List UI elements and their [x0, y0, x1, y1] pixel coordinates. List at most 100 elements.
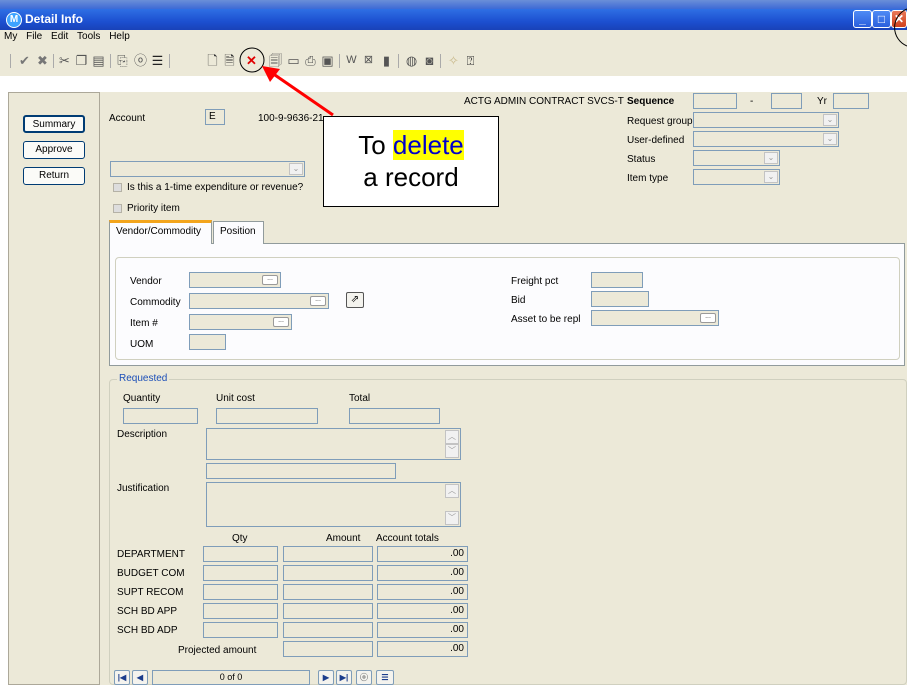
- yr-label: Yr: [817, 96, 827, 107]
- menu-my[interactable]: My: [4, 31, 17, 42]
- callout-arrow: [262, 66, 334, 117]
- list-icon[interactable]: ☰: [376, 670, 394, 685]
- wand-icon[interactable]: ✧: [446, 53, 461, 68]
- summary-button[interactable]: Summary: [23, 115, 85, 133]
- tab-position[interactable]: Position: [213, 221, 264, 244]
- tab-vendor-commodity[interactable]: Vendor/Commodity: [109, 220, 212, 244]
- freight-pct-field[interactable]: [591, 272, 643, 288]
- copy-icon[interactable]: ❐: [74, 53, 89, 68]
- globe-icon[interactable]: ◍: [404, 53, 419, 68]
- vendor-label: Vendor: [130, 276, 162, 287]
- amount-column-header: Amount: [326, 533, 361, 544]
- cut-icon[interactable]: ✂: [57, 53, 72, 68]
- department-total: .00: [377, 546, 468, 562]
- next-record-icon[interactable]: ▶: [318, 670, 334, 685]
- vendor-field[interactable]: ...: [189, 272, 281, 288]
- account-description-select[interactable]: ⌄: [110, 161, 305, 177]
- first-record-icon[interactable]: |◀: [114, 670, 130, 685]
- binoculars-icon[interactable]: ⓞ: [356, 670, 372, 685]
- return-button[interactable]: Return: [23, 167, 85, 185]
- sch-bd-adp-amount[interactable]: [283, 622, 373, 638]
- bid-field[interactable]: [591, 291, 649, 307]
- ellipsis-button[interactable]: ...: [700, 313, 716, 323]
- menu-tools[interactable]: Tools: [77, 31, 100, 42]
- yr-field[interactable]: [833, 93, 869, 109]
- budget-com-amount[interactable]: [283, 565, 373, 581]
- scroll-up-icon[interactable]: ︿: [445, 484, 459, 498]
- qty-column-header: Qty: [232, 533, 248, 544]
- folder-open-icon[interactable]: ⇗: [346, 292, 364, 308]
- account-totals-column-header: Account totals: [376, 533, 439, 544]
- attachment-icon[interactable]: ▮: [379, 53, 394, 68]
- supt-recom-qty[interactable]: [203, 584, 278, 600]
- cancel-icon[interactable]: ✖: [35, 53, 50, 68]
- total-field[interactable]: [349, 408, 440, 424]
- department-amount[interactable]: [283, 546, 373, 562]
- projected-amount-field[interactable]: [283, 641, 373, 657]
- list-icon[interactable]: ☰: [150, 53, 165, 68]
- uom-field[interactable]: [189, 334, 226, 350]
- requested-legend: Requested: [117, 373, 170, 384]
- find-replace-icon[interactable]: ⎘: [115, 53, 130, 68]
- commodity-field[interactable]: ...: [189, 293, 329, 309]
- budget-com-qty[interactable]: [203, 565, 278, 581]
- account-type-field[interactable]: E: [205, 109, 225, 125]
- justification-textarea[interactable]: ︿ ﹀: [206, 482, 461, 527]
- ellipsis-button[interactable]: ...: [262, 275, 278, 285]
- menu-help[interactable]: Help: [109, 31, 130, 42]
- title-bar[interactable]: M Detail Info _ □ ✕: [0, 9, 907, 30]
- previous-record-icon[interactable]: ◀: [132, 670, 148, 685]
- user-defined-select[interactable]: ⌄: [693, 131, 839, 147]
- callout-line2: a record: [363, 162, 459, 192]
- sequence-suffix-field[interactable]: [771, 93, 802, 109]
- item-number-field[interactable]: ...: [189, 314, 292, 330]
- description-label: Description: [117, 429, 168, 440]
- scroll-down-icon[interactable]: ﹀: [445, 444, 459, 458]
- menu-bar: My File Edit Tools Help: [0, 30, 907, 46]
- sch-bd-adp-label: SCH BD ADP: [117, 625, 178, 636]
- ellipsis-button[interactable]: ...: [310, 296, 326, 306]
- one-time-checkbox[interactable]: [113, 183, 122, 192]
- menu-file[interactable]: File: [26, 31, 42, 42]
- paste-icon[interactable]: ▤: [91, 53, 106, 68]
- edit-record-icon[interactable]: 🗎: [222, 53, 237, 68]
- approve-button[interactable]: Approve: [23, 141, 85, 159]
- quantity-field[interactable]: [123, 408, 198, 424]
- sch-bd-app-qty[interactable]: [203, 603, 278, 619]
- check-icon[interactable]: ✔: [17, 53, 32, 68]
- ellipsis-button[interactable]: ...: [273, 317, 289, 327]
- unit-cost-field[interactable]: [216, 408, 318, 424]
- asset-to-be-repl-label: Asset to be repl: [511, 314, 581, 325]
- item-type-select[interactable]: ⌄: [693, 169, 780, 185]
- scroll-down-icon[interactable]: ﹀: [445, 511, 459, 525]
- user-defined-label: User-defined: [627, 135, 685, 146]
- help-icon[interactable]: ⍰: [463, 53, 478, 68]
- callout-box: To delete a record: [323, 116, 499, 207]
- callout-highlight: delete: [392, 130, 464, 160]
- chevron-down-icon: ⌄: [823, 114, 837, 126]
- sch-bd-app-amount[interactable]: [283, 603, 373, 619]
- excel-icon[interactable]: ⊠: [361, 53, 376, 68]
- menu-edit[interactable]: Edit: [51, 31, 68, 42]
- priority-checkbox[interactable]: [113, 204, 122, 213]
- last-record-icon[interactable]: ▶|: [336, 670, 352, 685]
- minimize-button[interactable]: _: [853, 10, 872, 28]
- supt-recom-amount[interactable]: [283, 584, 373, 600]
- close-circle-marker: [894, 8, 907, 47]
- description-extra-field[interactable]: [206, 463, 396, 479]
- sequence-label: Sequence: [627, 96, 675, 107]
- requested-group: [109, 379, 907, 685]
- status-select[interactable]: ⌄: [693, 150, 780, 166]
- binoculars-icon[interactable]: ⓞ: [133, 53, 148, 68]
- request-group-select[interactable]: ⌄: [693, 112, 839, 128]
- department-qty[interactable]: [203, 546, 278, 562]
- description-textarea[interactable]: ︿ ﹀: [206, 428, 461, 460]
- callout-prefix: To: [358, 130, 393, 160]
- camera-icon[interactable]: ◙: [422, 53, 437, 68]
- asset-to-be-repl-field[interactable]: ...: [591, 310, 719, 326]
- sch-bd-adp-qty[interactable]: [203, 622, 278, 638]
- new-record-icon[interactable]: 🗋: [205, 53, 220, 68]
- scroll-up-icon[interactable]: ︿: [445, 430, 459, 444]
- supt-recom-total: .00: [377, 584, 468, 600]
- sequence-field[interactable]: [693, 93, 737, 109]
